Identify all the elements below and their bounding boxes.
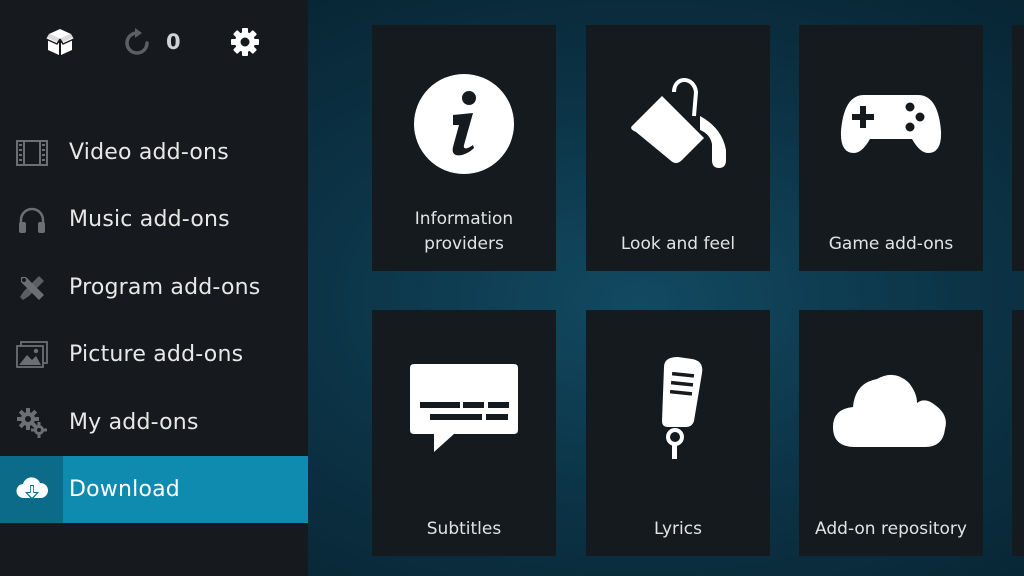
headphones-icon (18, 207, 45, 233)
sidebar-item-label: Program add-ons (69, 275, 261, 300)
sidebar-item-label: Download (69, 477, 180, 502)
tile-subtitles[interactable]: Subtitles (372, 310, 556, 556)
open-box-icon (45, 29, 75, 55)
sidebar: 0 Video add-ons Music add-ons Program ad… (0, 0, 308, 576)
paint-bucket-icon (631, 78, 726, 168)
sidebar-item-picture-addons[interactable]: Picture add-ons (0, 321, 308, 388)
sidebar-item-label: Video add-ons (69, 140, 229, 165)
film-icon (15, 139, 48, 166)
addon-box-button[interactable] (44, 26, 76, 58)
settings-button[interactable] (230, 26, 260, 58)
cloud-icon (833, 374, 946, 447)
gamepad-icon (840, 95, 942, 153)
sidebar-item-label: My add-ons (69, 410, 199, 435)
sidebar-item-download[interactable]: Download (0, 456, 308, 523)
tile-information-providers[interactable]: Information providers (372, 25, 556, 271)
sidebar-item-video-addons[interactable]: Video add-ons (0, 119, 308, 186)
tile-label: Information providers (414, 209, 514, 254)
tile-label: Lyrics (654, 519, 702, 539)
tile-partial-right-top[interactable] (1012, 25, 1024, 271)
refresh-icon (125, 28, 149, 55)
sidebar-item-label: Music add-ons (69, 207, 230, 232)
refresh-count: 0 (166, 30, 181, 54)
tile-game-addons[interactable]: Game add-ons (799, 25, 983, 271)
tile-label: Subtitles (426, 519, 502, 539)
cloud-download-icon (15, 476, 48, 500)
sidebar-item-my-addons[interactable]: My add-ons (0, 389, 308, 456)
sidebar-item-music-addons[interactable]: Music add-ons (0, 186, 308, 253)
tile-lyrics[interactable]: Lyrics (586, 310, 770, 556)
tile-partial-right-bottom[interactable] (1012, 310, 1024, 556)
sidebar-item-label: Picture add-ons (69, 342, 244, 367)
tile-label: Game add-ons (828, 234, 954, 254)
refresh-button[interactable]: 0 (124, 26, 181, 58)
pictures-icon (15, 340, 48, 368)
sidebar-item-program-addons[interactable]: Program add-ons (0, 254, 308, 321)
microphone-icon (662, 357, 703, 459)
tile-addon-repository[interactable]: Add-on repository (799, 310, 983, 556)
tile-label: Look and feel (620, 234, 736, 254)
gear-icon (231, 28, 259, 56)
tile-label: Add-on repository (815, 519, 967, 539)
tile-look-and-feel[interactable]: Look and feel (586, 25, 770, 271)
info-icon (414, 74, 514, 174)
subtitles-icon (410, 364, 518, 452)
tools-icon (19, 275, 44, 300)
gears-icon (16, 407, 47, 438)
top-bar: 0 (0, 0, 308, 85)
